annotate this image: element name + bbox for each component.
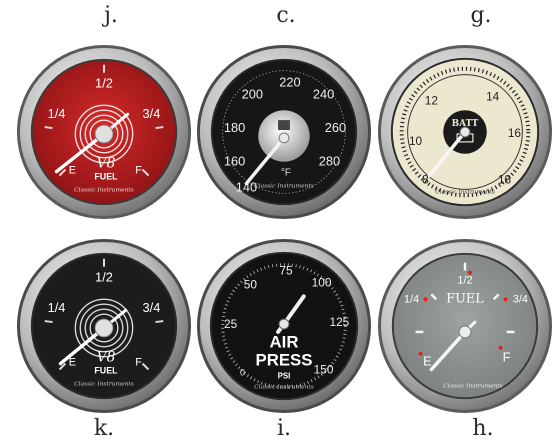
caption-k: k. bbox=[93, 416, 115, 441]
brand-text: Classic Instruments bbox=[443, 382, 503, 389]
brand-text: Classic Instruments bbox=[74, 186, 134, 193]
gauge-c-temperature: 140 160 180 200 220 240 260 280 °F Class… bbox=[196, 44, 372, 220]
label-three-quarter: 3/4 bbox=[143, 106, 161, 121]
tick-240: 240 bbox=[313, 86, 334, 101]
label-full: F bbox=[135, 357, 142, 369]
needle-hub bbox=[459, 126, 471, 138]
label-half: 1/2 bbox=[95, 76, 113, 91]
tick-10: 10 bbox=[409, 134, 423, 148]
label-half: 1/2 bbox=[95, 270, 113, 285]
tick-16: 16 bbox=[508, 126, 522, 140]
fuel-word: FUEL bbox=[446, 291, 484, 306]
label-empty: E bbox=[423, 354, 432, 369]
brand-text: Classic Instruments bbox=[254, 182, 314, 189]
caption-c: c. bbox=[276, 3, 296, 28]
tick-260: 260 bbox=[325, 120, 346, 135]
fuel-word: FUEL bbox=[94, 365, 118, 375]
tick-150: 150 bbox=[314, 362, 334, 376]
fuel-word: FUEL bbox=[94, 171, 118, 181]
tick-160: 160 bbox=[224, 154, 245, 169]
v8-logo: V8 bbox=[97, 350, 116, 366]
gauge-h-gray-fuel: 1/2 1/4 3/4 FUEL E F Classic Instruments bbox=[377, 238, 553, 414]
label-empty: E bbox=[69, 165, 76, 177]
tick-180: 180 bbox=[224, 120, 245, 135]
needle-hub bbox=[94, 124, 114, 144]
label-quarter: 1/4 bbox=[48, 300, 66, 315]
tick-25: 25 bbox=[224, 317, 238, 331]
caption-h: h. bbox=[472, 416, 494, 441]
tick-220: 220 bbox=[279, 75, 300, 90]
brand-text: Classic Instruments bbox=[435, 188, 495, 195]
caption-j: j. bbox=[104, 3, 118, 28]
label-quarter: 1/4 bbox=[404, 293, 419, 305]
gauge-g-battery: 8 10 12 14 16 18 BATT Classic Instrument… bbox=[377, 44, 553, 220]
air-word: AIR bbox=[270, 333, 299, 352]
gauge-j-red-fuel: 1/2 1/4 3/4 E F V8 FUEL Classic Instrume… bbox=[16, 44, 192, 220]
v8-logo: V8 bbox=[97, 156, 116, 172]
tick-18: 18 bbox=[498, 172, 512, 186]
thermometer-icon bbox=[278, 120, 290, 131]
tick-125: 125 bbox=[329, 315, 349, 329]
label-half: 1/2 bbox=[457, 274, 472, 286]
tick-12: 12 bbox=[425, 93, 438, 107]
needle-hub bbox=[278, 318, 290, 330]
brand-text: Classic Instruments bbox=[254, 383, 314, 390]
needle-hub bbox=[278, 132, 290, 144]
press-word: PRESS bbox=[256, 351, 313, 370]
label-empty: E bbox=[69, 357, 76, 369]
label-full: F bbox=[135, 165, 142, 177]
tick-50: 50 bbox=[244, 277, 258, 291]
tick-75: 75 bbox=[279, 264, 293, 278]
gauge-i-air-pressure: 0 25 50 75 100 125 150 AIR PRESS PSI Cla… bbox=[196, 238, 372, 414]
tick-14: 14 bbox=[486, 89, 500, 103]
needle-hub bbox=[458, 325, 472, 339]
label-three-quarter: 3/4 bbox=[513, 293, 528, 305]
label-full: F bbox=[503, 350, 511, 365]
tick-200: 200 bbox=[242, 86, 263, 101]
label-quarter: 1/4 bbox=[48, 106, 66, 121]
caption-i: i. bbox=[276, 416, 292, 441]
tick-100: 100 bbox=[312, 275, 332, 289]
gauge-k-black-fuel: 1/2 1/4 3/4 E F V8 FUEL Classic Instrume… bbox=[16, 238, 192, 414]
tick-280: 280 bbox=[319, 154, 340, 169]
needle-hub bbox=[94, 318, 114, 338]
unit-label: °F bbox=[281, 168, 291, 179]
brand-text: Classic Instruments bbox=[74, 380, 134, 387]
tick-0: 0 bbox=[240, 367, 245, 377]
caption-g: g. bbox=[470, 3, 492, 28]
label-three-quarter: 3/4 bbox=[143, 300, 161, 315]
unit-label: PSI bbox=[278, 371, 291, 380]
